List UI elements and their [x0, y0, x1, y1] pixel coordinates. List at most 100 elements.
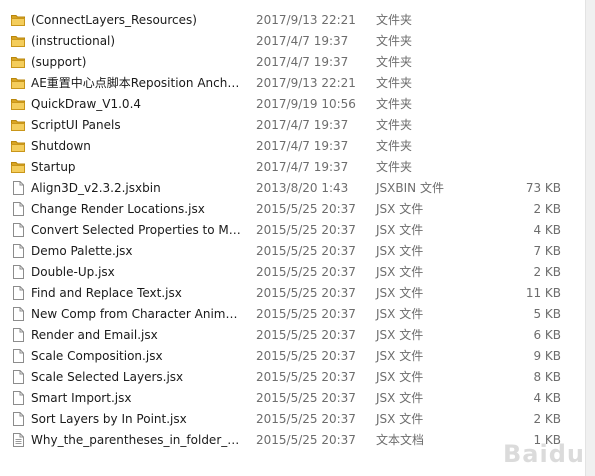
folder-icon	[10, 54, 26, 70]
file-icon	[10, 243, 26, 259]
file-date: 2015/5/25 20:37	[256, 370, 356, 384]
file-icon	[10, 222, 26, 238]
file-name: AE重置中心点脚本Reposition Ancho...	[31, 76, 243, 90]
file-date: 2015/5/25 20:37	[256, 202, 356, 216]
file-type: JSX 文件	[376, 370, 424, 384]
file-type: JSX 文件	[376, 244, 424, 258]
folder-icon	[10, 96, 26, 112]
file-type: 文件夹	[376, 76, 413, 90]
file-name: Scale Composition.jsx	[31, 349, 163, 363]
file-type: JSX 文件	[376, 349, 424, 363]
file-name: New Comp from Character Animat...	[31, 307, 243, 321]
list-item[interactable]: Demo Palette.jsx 2015/5/25 20:37 JSX 文件 …	[0, 241, 584, 262]
file-date: 2015/5/25 20:37	[256, 244, 356, 258]
file-type: JSX 文件	[376, 412, 424, 426]
file-type: 文本文档	[376, 433, 425, 447]
file-icon	[10, 411, 26, 427]
file-date: 2015/5/25 20:37	[256, 223, 356, 237]
file-size: 2 KB	[533, 412, 561, 426]
file-date: 2017/4/7 19:37	[256, 118, 349, 132]
file-date: 2017/9/13 22:21	[256, 13, 356, 27]
file-size: 4 KB	[533, 223, 561, 237]
list-item[interactable]: New Comp from Character Animat... 2015/5…	[0, 304, 584, 325]
file-size: 5 KB	[533, 307, 561, 321]
file-type: JSX 文件	[376, 391, 424, 405]
file-name: Find and Replace Text.jsx	[31, 286, 182, 300]
file-name: Demo Palette.jsx	[31, 244, 133, 258]
list-item[interactable]: Why_the_parentheses_in_folder_na... 2015…	[0, 430, 584, 451]
file-icon	[10, 348, 26, 364]
file-type: JSX 文件	[376, 265, 424, 279]
folder-icon	[10, 117, 26, 133]
file-type: 文件夹	[376, 118, 413, 132]
file-type: JSX 文件	[376, 307, 424, 321]
file-size: 8 KB	[533, 370, 561, 384]
list-item[interactable]: (instructional) 2017/4/7 19:37 文件夹	[0, 31, 584, 52]
list-item[interactable]: AE重置中心点脚本Reposition Ancho... 2017/9/13 2…	[0, 73, 584, 94]
file-name: Scale Selected Layers.jsx	[31, 370, 184, 384]
list-item[interactable]: QuickDraw_V1.0.4 2017/9/19 10:56 文件夹	[0, 94, 584, 115]
file-name: QuickDraw_V1.0.4	[31, 97, 142, 111]
file-date: 2017/4/7 19:37	[256, 160, 349, 174]
file-type: 文件夹	[376, 13, 413, 27]
file-type: JSX 文件	[376, 328, 424, 342]
list-item[interactable]: Convert Selected Properties to Ma... 201…	[0, 220, 584, 241]
list-item[interactable]: Align3D_v2.3.2.jsxbin 2013/8/20 1:43 JSX…	[0, 178, 584, 199]
list-item[interactable]: (ConnectLayers_Resources) 2017/9/13 22:2…	[0, 10, 584, 31]
file-type: JSXBIN 文件	[376, 181, 444, 195]
file-type: 文件夹	[376, 34, 413, 48]
file-name: (support)	[31, 55, 87, 69]
file-type: 文件夹	[376, 139, 413, 153]
file-date: 2015/5/25 20:37	[256, 307, 356, 321]
list-item[interactable]: (support) 2017/4/7 19:37 文件夹	[0, 52, 584, 73]
file-date: 2017/4/7 19:37	[256, 34, 349, 48]
file-name: Shutdown	[31, 139, 91, 153]
list-item[interactable]: Startup 2017/4/7 19:37 文件夹	[0, 157, 584, 178]
file-date: 2015/5/25 20:37	[256, 349, 356, 363]
scrollbar[interactable]	[585, 0, 595, 476]
file-date: 2017/4/7 19:37	[256, 139, 349, 153]
file-name: Align3D_v2.3.2.jsxbin	[31, 181, 161, 195]
list-item[interactable]: Shutdown 2017/4/7 19:37 文件夹	[0, 136, 584, 157]
list-item[interactable]: ScriptUI Panels 2017/4/7 19:37 文件夹	[0, 115, 584, 136]
file-date: 2015/5/25 20:37	[256, 265, 356, 279]
file-name: Sort Layers by In Point.jsx	[31, 412, 187, 426]
list-item[interactable]: Render and Email.jsx 2015/5/25 20:37 JSX…	[0, 325, 584, 346]
list-item[interactable]: Change Render Locations.jsx 2015/5/25 20…	[0, 199, 584, 220]
list-item[interactable]: Scale Selected Layers.jsx 2015/5/25 20:3…	[0, 367, 584, 388]
folder-icon	[10, 159, 26, 175]
text-file-icon	[10, 432, 26, 448]
file-name: (instructional)	[31, 34, 116, 48]
file-size: 2 KB	[533, 265, 561, 279]
list-item[interactable]: Scale Composition.jsx 2015/5/25 20:37 JS…	[0, 346, 584, 367]
file-name: (ConnectLayers_Resources)	[31, 13, 197, 27]
file-icon	[10, 264, 26, 280]
file-date: 2015/5/25 20:37	[256, 412, 356, 426]
file-icon	[10, 180, 26, 196]
folder-icon	[10, 138, 26, 154]
file-name: ScriptUI Panels	[31, 118, 121, 132]
file-type: JSX 文件	[376, 223, 424, 237]
file-icon	[10, 285, 26, 301]
list-item[interactable]: Double-Up.jsx 2015/5/25 20:37 JSX 文件 2 K…	[0, 262, 584, 283]
list-item[interactable]: Smart Import.jsx 2015/5/25 20:37 JSX 文件 …	[0, 388, 584, 409]
list-item[interactable]: Sort Layers by In Point.jsx 2015/5/25 20…	[0, 409, 584, 430]
file-date: 2017/4/7 19:37	[256, 55, 349, 69]
file-icon	[10, 369, 26, 385]
folder-icon	[10, 33, 26, 49]
file-name: Why_the_parentheses_in_folder_na...	[31, 433, 243, 447]
file-name: Convert Selected Properties to Ma...	[31, 223, 243, 237]
file-name: Smart Import.jsx	[31, 391, 132, 405]
file-size: 2 KB	[533, 202, 561, 216]
file-name: Change Render Locations.jsx	[31, 202, 205, 216]
file-icon	[10, 201, 26, 217]
file-date: 2017/9/19 10:56	[256, 97, 356, 111]
folder-icon	[10, 12, 26, 28]
file-icon	[10, 327, 26, 343]
file-type: JSX 文件	[376, 286, 424, 300]
list-item[interactable]: Find and Replace Text.jsx 2015/5/25 20:3…	[0, 283, 584, 304]
file-date: 2015/5/25 20:37	[256, 286, 356, 300]
file-date: 2017/9/13 22:21	[256, 76, 356, 90]
file-name: Startup	[31, 160, 76, 174]
file-size: 6 KB	[533, 328, 561, 342]
